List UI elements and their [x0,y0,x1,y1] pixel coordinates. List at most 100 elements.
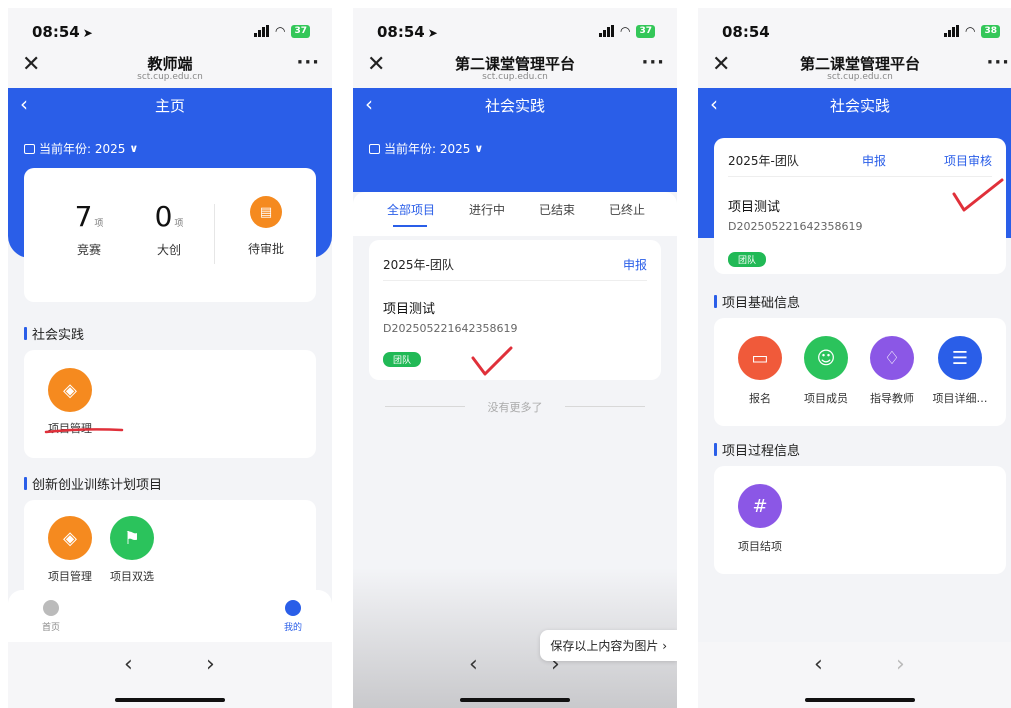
browser-navbar: ✕ 第二课堂管理平台 sct.cup.edu.cn ··· [353,50,677,88]
user-icon [285,600,301,616]
browser-bottom-bar: ‹ › [8,642,332,708]
stat-unit: 项 [94,219,104,229]
stat-dachuang[interactable]: 0项 大创 [144,200,194,258]
tab-label: 首页 [41,623,60,633]
document-icon: ▤ [250,196,282,228]
phone-screen-project-detail: 08:54 ◠ 38 ✕ 第二课堂管理平台 sct.cup.edu.cn ···… [698,8,1011,708]
page-title: 社会实践 [484,97,545,115]
icon-label: 报名 [749,392,771,405]
browser-back-icon[interactable]: ‹ [814,652,823,677]
inbox-icon: ▭ [738,336,782,380]
bottom-tab-bar: 首页 我的 [8,590,332,642]
browser-back-icon[interactable]: ‹ [124,652,133,677]
chevron-down-icon: ∨ [129,142,139,155]
project-category: 2025年-团队 [728,154,799,168]
nav-domain: sct.cup.edu.cn [137,72,203,82]
save-as-image-button[interactable]: 保存以上内容为图片 › [540,630,677,661]
browser-back-icon[interactable]: ‹ [469,652,478,677]
stat-competition[interactable]: 7项 竞赛 [64,200,114,258]
tab-label: 我的 [283,623,302,633]
project-closure-button[interactable]: # 项目结项 [732,484,788,554]
section-label: 社会实践 [32,328,85,343]
stats-card: 7项 竞赛 0项 大创 ▤ 待审批 [24,168,316,302]
wifi-icon: ◠ [619,24,631,38]
more-icon[interactable]: ··· [641,52,665,73]
innovation-card: ◈ 项目管理 ⚑ 项目双选 [24,500,316,600]
pending-label: 待审批 [247,242,284,256]
active-tab-indicator [393,225,427,227]
tab-all-projects[interactable]: 全部项目 [387,201,435,218]
project-select-button[interactable]: ⚑ 项目双选 [108,516,156,584]
page-title: 主页 [154,97,185,115]
browser-navbar: ✕ 第二课堂管理平台 sct.cup.edu.cn ··· [698,50,1011,88]
year-label: 当前年份: 2025 [39,142,126,156]
list-icon: ☰ [938,336,982,380]
tab-terminated[interactable]: 已终止 [609,201,645,218]
icon-label: 项目详细… [932,392,988,405]
year-label: 当前年份: 2025 [384,142,471,156]
status-icons: ◠ 38 [943,24,1000,38]
section-label: 创新创业训练计划项目 [32,478,163,493]
more-icon[interactable]: ··· [296,52,320,73]
home-icon [43,600,59,616]
project-code: D202505221642358619 [383,322,518,335]
section-social-practice: 社会实践 [24,324,84,343]
section-basic-info: 项目基础信息 [714,292,800,311]
status-bar: 08:54 ◠ 38 [698,8,1011,50]
project-management-button-2[interactable]: ◈ 项目管理 [46,516,94,584]
users-icon: ☺ [804,336,848,380]
tab-mine[interactable]: 我的 [278,600,308,633]
divider [214,204,215,264]
project-card[interactable]: 2025年-团队 申报 项目测试 D202505221642358619 团队 [369,240,661,380]
project-members-button[interactable]: ☺ 项目成员 [798,336,854,406]
browser-navbar: ✕ 教师端 sct.cup.edu.cn ··· [8,50,332,88]
project-code: D202505221642358619 [728,220,863,233]
process-info-card: # 项目结项 [714,466,1006,574]
status-time: 08:54 ➤ [377,23,438,41]
tab-finished[interactable]: 已结束 [539,201,575,218]
project-details-button[interactable]: ☰ 项目详细… [924,336,996,406]
signup-button[interactable]: ▭ 报名 [732,336,788,406]
project-name: 项目测试 [383,302,436,317]
wifi-icon: ◠ [274,24,286,38]
phone-screen-teacher-home: 08:54 ➤ ◠ 37 ✕ 教师端 sct.cup.edu.cn ··· ‹ 主… [8,8,332,708]
browser-forward-icon[interactable]: › [206,652,215,677]
social-practice-card: ◈ 项目管理 [24,350,316,458]
location-arrow-icon: ➤ [427,26,438,40]
divider [383,280,647,281]
graduation-cap-icon: ♢ [870,336,914,380]
calendar-icon [369,143,380,154]
tab-in-progress[interactable]: 进行中 [469,201,505,218]
section-process-info: 项目过程信息 [714,440,800,459]
home-indicator [115,698,225,702]
team-tag: 团队 [383,348,422,367]
project-review-link[interactable]: 项目审核 [944,152,992,169]
flag-icon: ⚑ [110,516,154,560]
battery-icon: 38 [981,24,1000,38]
report-link[interactable]: 申报 [862,152,886,169]
more-icon[interactable]: ··· [986,52,1010,73]
red-underline-annotation [44,428,124,434]
tab-home[interactable]: 首页 [36,600,66,633]
browser-bottom-bar: ‹ › [698,642,1011,708]
team-tag: 团队 [728,248,767,267]
icon-label: 项目管理 [48,570,92,583]
advisor-button[interactable]: ♢ 指导教师 [864,336,920,406]
battery-icon: 37 [636,24,655,38]
nav-domain: sct.cup.edu.cn [482,72,548,82]
header-banner: ‹ 社会实践 当前年份: 2025 ∨ [353,88,677,192]
nav-title: 教师端 [147,55,193,73]
status-icons: ◠ 37 [598,24,655,38]
browser-forward-icon[interactable]: › [896,652,905,677]
status-bar: 08:54 ➤ ◠ 37 [353,8,677,50]
year-selector[interactable]: 当前年份: 2025 ∨ [24,140,138,157]
status-bar: 08:54 ➤ ◠ 37 [8,8,332,50]
report-link[interactable]: 申报 [623,256,647,273]
status-time: 08:54 ➤ [32,23,93,41]
layers-icon: ◈ [48,516,92,560]
nav-domain: sct.cup.edu.cn [827,72,893,82]
pending-approval-button[interactable]: ▤ 待审批 [236,196,296,257]
divider [565,406,645,407]
year-selector[interactable]: 当前年份: 2025 ∨ [369,140,483,157]
red-check-annotation [952,178,1004,212]
